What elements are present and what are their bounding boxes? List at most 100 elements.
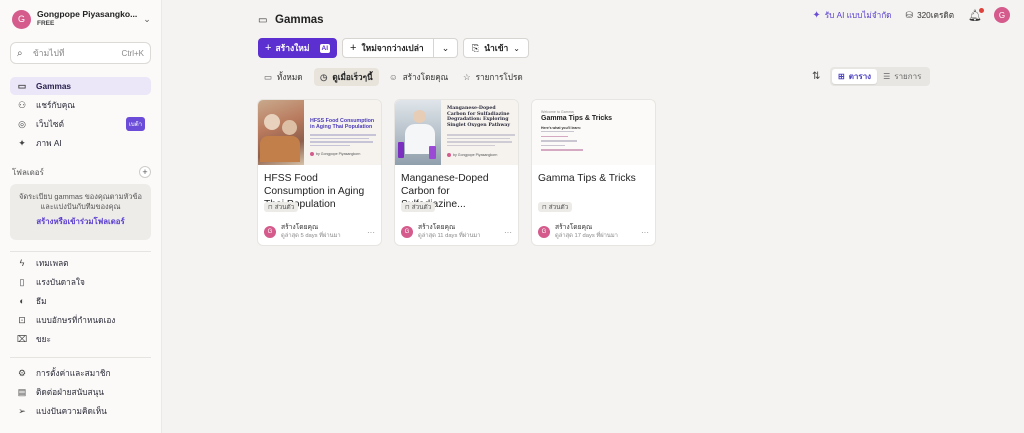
lock-icon: ⊓: [268, 204, 273, 211]
card-thumbnail: HFSS Food Consumption in Aging Thai Popu…: [258, 100, 381, 165]
sidebar-item-inspiration[interactable]: ▯ แรงบันดาลใจ: [10, 273, 151, 291]
chevron-down-icon: ⌄: [143, 13, 151, 24]
template-icon: ϟ: [19, 258, 25, 268]
unlimited-ai-label: รับ AI แบบไม่จำกัด: [824, 10, 892, 20]
thumbnail-kicker: Welcome to Gamma: [541, 110, 574, 114]
sidebar-item-label: แบ่งปันความคิดเห็น: [36, 406, 107, 416]
privacy-tag: ⊓ ส่วนตัว: [264, 202, 299, 212]
sidebar-item-ai-images[interactable]: ✦ ภาพ AI: [10, 134, 151, 152]
book-icon: ▯: [19, 276, 25, 287]
credits-button[interactable]: ⛁ 320เครดิต: [906, 9, 955, 22]
author-avatar: G: [538, 226, 550, 238]
user-icon: ☺: [389, 72, 398, 82]
user-avatar[interactable]: G: [994, 7, 1010, 23]
privacy-tag: ⊓ ส่วนตัว: [538, 202, 573, 212]
send-icon: ➢: [18, 405, 26, 416]
lock-icon: ⊓: [542, 204, 547, 211]
sidebar-item-settings[interactable]: ⚙ การตั้งค่าและสมาชิก: [10, 364, 151, 382]
divider: [10, 251, 151, 252]
tab-recently-viewed[interactable]: ◷ ดูเมื่อเร็วๆนี้: [314, 68, 379, 86]
privacy-tag: ⊓ ส่วนตัว: [401, 202, 436, 212]
star-icon: ☆: [463, 71, 471, 82]
gamma-card[interactable]: Manganese-Doped Carbon for Sulfadiazine …: [394, 99, 519, 246]
sidebar-item-themes[interactable]: ◐ ธีม: [10, 292, 151, 310]
plus-icon: +: [265, 42, 272, 54]
list-view-button[interactable]: ☰ รายการ: [877, 69, 927, 84]
sidebar-item-label: แชร์กับคุณ: [36, 100, 75, 110]
sidebar-item-label: แรงบันดาลใจ: [36, 277, 85, 287]
more-options-icon[interactable]: ···: [367, 228, 375, 237]
last-viewed-label: ดูล่าสุด 5 days ที่ผ่านมา: [281, 233, 341, 239]
layers-icon: ▭: [258, 14, 268, 26]
thumbnail-author: by Gongpope Piyasangkorn: [447, 153, 497, 157]
page-title: ▭ Gammas: [258, 14, 324, 26]
card-footer: G สร้างโดยคุณ ดูล่าสุด 5 days ที่ผ่านมา …: [264, 222, 375, 242]
sparkle-icon: ✦: [18, 137, 26, 148]
tab-all[interactable]: ▭ ทั้งหมด: [258, 68, 309, 86]
folders-header: โฟลเดอร์ +: [12, 165, 151, 179]
sidebar-item-shared[interactable]: ⚇ แชร์กับคุณ: [10, 96, 151, 114]
create-new-ai-button[interactable]: + สร้างใหม่ AI: [258, 38, 337, 58]
sidebar-item-websites[interactable]: ◎ เว็บไซต์ เบต้า: [10, 115, 151, 133]
sidebar-item-feedback[interactable]: ➢ แบ่งปันความคิดเห็น: [10, 402, 151, 420]
workspace-name: Gongpope Piyasangko...: [37, 9, 138, 19]
divider: [10, 357, 151, 358]
palette-icon: ◐: [19, 296, 25, 306]
folders-description: จัดระเบียบ gammas ของคุณตามหัวข้อและแบ่ง…: [19, 192, 142, 211]
search-box[interactable]: ⌕ Ctrl+K: [10, 42, 151, 64]
chevron-down-icon: ⌄: [441, 42, 450, 53]
thumbnail-text-lines: [310, 134, 376, 148]
sort-icon[interactable]: ⇅: [812, 71, 820, 82]
chat-icon: ▤: [17, 386, 27, 397]
tab-created-by-you[interactable]: ☺ สร้างโดยคุณ: [383, 68, 454, 86]
card-thumbnail: Welcome to Gamma Gamma Tips & Tricks Her…: [532, 100, 655, 165]
font-icon: ⊡: [18, 314, 26, 325]
create-folder-link[interactable]: สร้างหรือเข้าร่วมโฟลเดอร์: [10, 216, 151, 228]
search-input[interactable]: [33, 48, 103, 58]
sparkle-icon: ✦: [812, 9, 821, 21]
sidebar-item-label: ธีม: [36, 296, 47, 306]
coins-icon: ⛁: [905, 9, 914, 20]
notifications-button[interactable]: 🔔︎: [968, 7, 984, 22]
clock-icon: ◷: [320, 71, 328, 82]
sidebar: G Gongpope Piyasangko... FREE ⌄ ⌕ Ctrl+K…: [0, 0, 162, 433]
workspace-switcher[interactable]: G Gongpope Piyasangko... FREE ⌄: [12, 8, 152, 30]
sidebar-item-label: ขยะ: [36, 334, 51, 344]
more-options-icon[interactable]: ···: [641, 228, 649, 237]
unlimited-ai-button[interactable]: ✦ รับ AI แบบไม่จำกัด: [812, 9, 891, 22]
tab-label: รายการโปรด: [475, 72, 523, 82]
sidebar-item-templates[interactable]: ϟ เทมเพลต: [10, 254, 151, 272]
thumbnail-photo: [258, 100, 304, 165]
sidebar-item-label: ติดต่อฝ่ายสนับสนุน: [36, 387, 104, 397]
gamma-card[interactable]: Welcome to Gamma Gamma Tips & Tricks Her…: [531, 99, 656, 246]
sidebar-item-gammas[interactable]: ▭ Gammas: [10, 77, 151, 95]
sidebar-item-label: Gammas: [36, 81, 72, 91]
sidebar-item-support[interactable]: ▤ ติดต่อฝ่ายสนับสนุน: [10, 383, 151, 401]
beta-badge: เบต้า: [125, 117, 145, 131]
page-title-text: Gammas: [275, 14, 324, 26]
sidebar-item-custom-fonts[interactable]: ⊡ แบบอักษรที่กำหนดเอง: [10, 311, 151, 329]
import-button[interactable]: ⎘ นำเข้า ⌄: [463, 38, 529, 58]
gamma-card[interactable]: HFSS Food Consumption in Aging Thai Popu…: [257, 99, 382, 246]
thumbnail-author: by Gongpope Piyasangkorn: [310, 152, 360, 156]
sidebar-item-label: แบบอักษรที่กำหนดเอง: [36, 315, 116, 325]
new-blank-label: ใหม่จากว่างเปล่า: [361, 43, 424, 53]
lock-icon: ⊓: [405, 204, 410, 211]
grid-view-button[interactable]: ⊞ ตาราง: [832, 69, 878, 84]
settings-icon: ⚙: [17, 367, 27, 378]
card-footer: G สร้างโดยคุณ ดูล่าสุด 17 days ที่ผ่านมา…: [538, 222, 649, 242]
tab-favorites[interactable]: ☆ รายการโปรด: [457, 68, 529, 86]
layers-icon: ▭: [17, 80, 27, 91]
more-options-icon[interactable]: ···: [504, 228, 512, 237]
new-blank-button[interactable]: + ใหม่จากว่างเปล่า: [342, 38, 434, 58]
view-toggle: ⊞ ตาราง ☰ รายการ: [830, 67, 930, 86]
thumbnail-title: Gamma Tips & Tricks: [541, 115, 613, 122]
author-avatar: G: [401, 226, 413, 238]
last-viewed-label: ดูล่าสุด 17 days ที่ผ่านมา: [555, 233, 618, 239]
sidebar-item-label: ภาพ AI: [36, 138, 62, 148]
sidebar-item-trash[interactable]: ⌧ ขยะ: [10, 330, 151, 348]
new-blank-dropdown-button[interactable]: ⌄: [434, 38, 458, 58]
notification-dot: [979, 7, 984, 13]
card-title: Gamma Tips & Tricks: [538, 173, 636, 184]
add-folder-button[interactable]: +: [139, 166, 151, 178]
